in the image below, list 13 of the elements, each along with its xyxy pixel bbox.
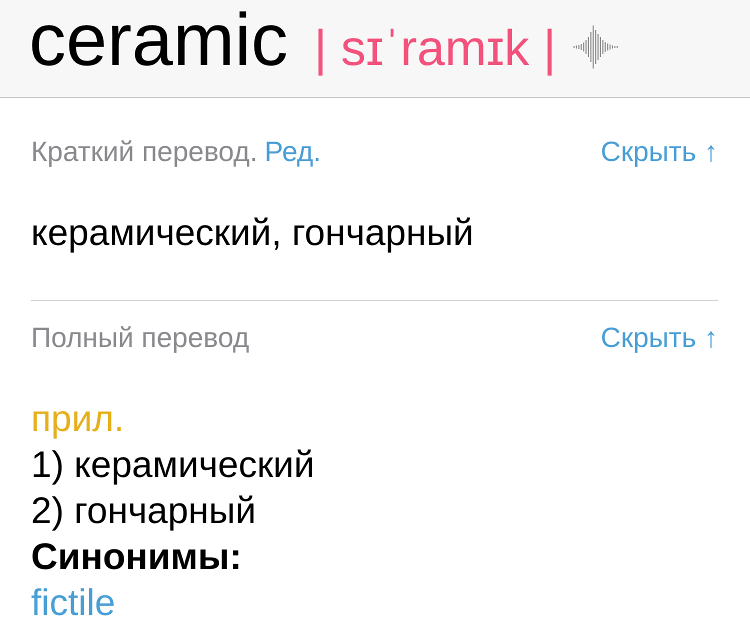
meaning-text: 2) гончарный xyxy=(31,489,257,533)
hide-link[interactable]: Скрыть ↑ xyxy=(600,136,718,168)
hide-link[interactable]: Скрыть ↑ xyxy=(600,322,718,354)
synonym-link[interactable]: fictile xyxy=(31,580,718,626)
sound-wave-icon[interactable] xyxy=(573,25,620,69)
synonyms-heading: Синонимы: xyxy=(31,535,243,579)
headword: ceramic xyxy=(29,3,288,77)
meaning-text: 1) керамический xyxy=(31,443,316,487)
section-title: Краткий перевод. xyxy=(31,136,258,168)
edit-link[interactable]: Ред. xyxy=(264,136,322,168)
short-translation: керамический, гончарный xyxy=(31,213,475,255)
section-title: Полный перевод xyxy=(31,322,250,354)
part-of-speech: прил. xyxy=(31,397,126,441)
